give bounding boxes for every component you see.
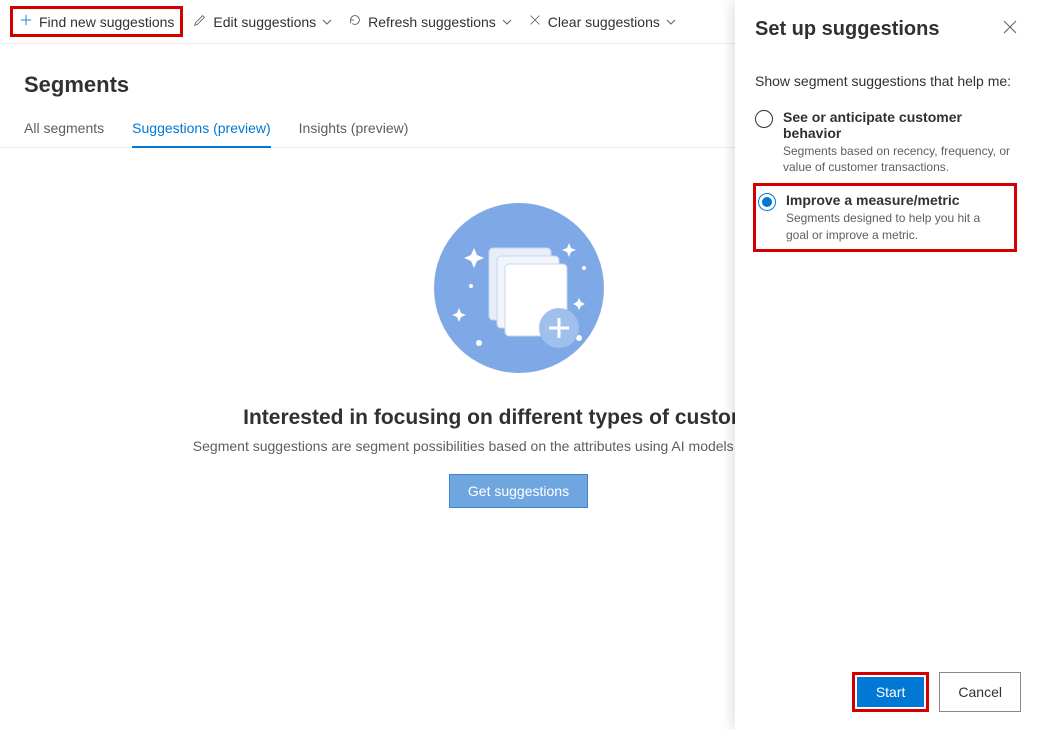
chevron-down-icon	[666, 14, 676, 30]
option-2-title: Improve a measure/metric	[786, 192, 1006, 208]
option-2-text: Improve a measure/metric Segments design…	[786, 192, 1006, 242]
option-2-desc: Segments designed to help you hit a goal…	[786, 210, 1006, 242]
option-1-title: See or anticipate customer behavior	[783, 109, 1017, 141]
find-label: Find new suggestions	[39, 14, 174, 30]
panel-title: Set up suggestions	[755, 18, 939, 41]
setup-panel: Set up suggestions Show segment suggesti…	[735, 0, 1037, 730]
refresh-label: Refresh suggestions	[368, 14, 496, 30]
pencil-icon	[193, 13, 207, 30]
cancel-button[interactable]: Cancel	[939, 672, 1021, 712]
radio-off-icon	[755, 110, 773, 128]
tab-insights[interactable]: Insights (preview)	[299, 114, 409, 147]
find-new-suggestions-button[interactable]: Find new suggestions	[10, 6, 183, 37]
chevron-down-icon	[502, 14, 512, 30]
clear-suggestions-button[interactable]: Clear suggestions	[522, 9, 682, 34]
tab-all-segments[interactable]: All segments	[24, 114, 104, 147]
clear-label: Clear suggestions	[548, 14, 660, 30]
refresh-suggestions-button[interactable]: Refresh suggestions	[342, 9, 518, 34]
start-button[interactable]: Start	[857, 677, 925, 707]
edit-suggestions-button[interactable]: Edit suggestions	[187, 9, 338, 34]
panel-body: Show segment suggestions that help me: S…	[735, 51, 1037, 658]
radio-on-icon	[758, 193, 776, 211]
edit-label: Edit suggestions	[213, 14, 316, 30]
option-1-text: See or anticipate customer behavior Segm…	[783, 109, 1017, 175]
plus-icon	[19, 13, 33, 30]
panel-footer: Start Cancel	[735, 658, 1037, 730]
start-highlight: Start	[852, 672, 930, 712]
option-customer-behavior[interactable]: See or anticipate customer behavior Segm…	[755, 101, 1017, 183]
panel-header: Set up suggestions	[735, 0, 1037, 51]
tab-suggestions[interactable]: Suggestions (preview)	[132, 114, 271, 148]
option-improve-metric-highlight: Improve a measure/metric Segments design…	[753, 183, 1017, 251]
get-suggestions-button[interactable]: Get suggestions	[449, 474, 588, 508]
option-improve-metric[interactable]: Improve a measure/metric Segments design…	[756, 192, 1006, 242]
option-1-desc: Segments based on recency, frequency, or…	[783, 143, 1017, 175]
panel-subtitle: Show segment suggestions that help me:	[755, 73, 1017, 89]
close-icon[interactable]	[1003, 20, 1017, 39]
chevron-down-icon	[322, 14, 332, 30]
refresh-icon	[348, 13, 362, 30]
clear-icon	[528, 13, 542, 30]
